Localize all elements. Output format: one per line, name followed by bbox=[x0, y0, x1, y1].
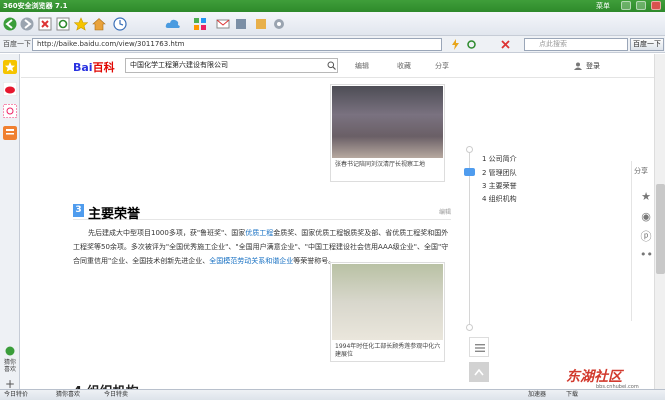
toc-active-marker bbox=[464, 168, 475, 176]
search-button[interactable]: 百度一下 bbox=[630, 38, 664, 51]
refresh-small-icon[interactable] bbox=[466, 39, 477, 50]
search-icon[interactable] bbox=[327, 61, 336, 70]
apps-icon[interactable] bbox=[193, 17, 207, 31]
tieba-icon[interactable]: ⓟ bbox=[640, 231, 652, 243]
toc-item-organization[interactable]: 4 组织机构 bbox=[482, 194, 517, 204]
speed-icon[interactable] bbox=[450, 39, 461, 50]
exhibition-photo-image bbox=[332, 264, 443, 340]
status-bar: 今日特价 猜你喜欢 今日特卖 加速器 下载 bbox=[0, 389, 665, 400]
group-photo-image bbox=[332, 86, 443, 158]
section-number: 3 bbox=[73, 204, 84, 217]
search-input[interactable]: 点此搜索 bbox=[524, 38, 628, 51]
weibo-share-icon[interactable]: ◉ bbox=[640, 211, 652, 223]
close-icon[interactable] bbox=[651, 1, 661, 10]
baike-search-input[interactable]: 中国化学工程第六建设有限公司 bbox=[125, 58, 338, 73]
clock-icon[interactable] bbox=[113, 17, 127, 31]
more-icon[interactable]: ••• bbox=[640, 249, 659, 261]
address-bar: 百度一下 http://baike.baidu.com/view/3011763… bbox=[0, 36, 665, 53]
page-content: Bai百科 中国化学工程第六建设有限公司 编辑 收藏 分享 登录 张春书记陪同刘… bbox=[21, 54, 665, 390]
collect-action[interactable]: 收藏 bbox=[397, 61, 411, 71]
tools-icon[interactable] bbox=[234, 17, 248, 31]
table-of-contents: 1 公司简介 2 管理团队 3 主要荣誉 4 组织机构 bbox=[464, 146, 564, 336]
window-title: 360安全浏览器 7.1 bbox=[3, 2, 68, 10]
maximize-icon[interactable] bbox=[636, 1, 646, 10]
photo-exhibition[interactable]: 1994年时任化工部长顾秀莲参观中化六建展位 bbox=[330, 262, 445, 362]
baike-header: Bai百科 中国化学工程第六建设有限公司 编辑 收藏 分享 登录 bbox=[21, 54, 665, 78]
stop-small-icon[interactable] bbox=[500, 39, 511, 50]
scrollbar-thumb[interactable] bbox=[656, 184, 665, 274]
photo2-caption: 1994年时任化工部长顾秀莲参观中化六建展位 bbox=[335, 343, 441, 358]
toc-item-honors[interactable]: 3 主要荣誉 bbox=[482, 181, 517, 191]
harmony-enterprise-link[interactable]: 全国模范劳动关系和谐企业 bbox=[209, 257, 293, 265]
section-edit-link[interactable]: 编辑 bbox=[439, 207, 451, 216]
browser-toolbar bbox=[0, 12, 665, 36]
login-link[interactable]: 登录 bbox=[586, 61, 600, 71]
minimize-icon[interactable] bbox=[621, 1, 631, 10]
list-icon bbox=[475, 344, 485, 352]
plugin-icon[interactable] bbox=[254, 17, 268, 31]
chevron-up-icon bbox=[474, 368, 484, 376]
stop-icon[interactable] bbox=[38, 17, 52, 31]
section-heading: 3 主要荣誉 编辑 bbox=[73, 202, 451, 222]
status-guess[interactable]: 猜你喜欢 bbox=[56, 390, 80, 400]
back-to-top-button[interactable] bbox=[469, 362, 489, 382]
cloud-icon[interactable] bbox=[165, 17, 181, 31]
user-icon[interactable] bbox=[574, 62, 582, 70]
collect-star-icon[interactable]: ★ bbox=[640, 191, 652, 203]
mail-sidebar-icon[interactable] bbox=[3, 104, 17, 118]
home-icon[interactable] bbox=[92, 17, 106, 31]
watermark-logo: 东湖社区 bbox=[566, 369, 622, 385]
vertical-scrollbar[interactable] bbox=[654, 54, 665, 390]
toc-list-button[interactable] bbox=[469, 337, 489, 357]
status-today-sale[interactable]: 今日特卖 bbox=[104, 390, 128, 400]
favorites-star-icon[interactable] bbox=[3, 60, 17, 74]
section-title: 主要荣誉 bbox=[88, 207, 141, 222]
news-icon[interactable] bbox=[3, 126, 17, 140]
toc-bottom-dot bbox=[466, 324, 473, 331]
status-deals[interactable]: 今日特价 bbox=[4, 390, 28, 400]
quality-project-link[interactable]: 优质工程 bbox=[245, 229, 273, 237]
weibo-icon[interactable] bbox=[3, 82, 17, 96]
toc-item-management[interactable]: 2 管理团队 bbox=[482, 168, 517, 178]
baidu-logo[interactable]: Bai百科 bbox=[73, 59, 115, 75]
left-sidebar: 猜你喜欢 + bbox=[0, 54, 20, 391]
menu-button[interactable]: 菜单 bbox=[596, 0, 610, 12]
guess-like-icon[interactable] bbox=[5, 346, 15, 356]
settings-icon[interactable] bbox=[272, 17, 286, 31]
sidebar-guess-label[interactable]: 猜你喜欢 bbox=[4, 359, 16, 373]
share-action[interactable]: 分享 bbox=[435, 61, 449, 71]
toc-item-intro[interactable]: 1 公司简介 bbox=[482, 154, 517, 164]
url-input[interactable]: http://baike.baidu.com/view/3011763.htm bbox=[32, 38, 442, 51]
forward-icon[interactable] bbox=[20, 17, 34, 31]
address-label: 百度一下 bbox=[3, 40, 31, 48]
back-icon[interactable] bbox=[3, 17, 17, 31]
photo1-caption: 张春书记陪同刘汉清厅长视察工地 bbox=[335, 161, 426, 168]
status-download[interactable]: 下载 bbox=[566, 390, 578, 400]
favorite-star-icon[interactable] bbox=[74, 17, 88, 31]
status-accelerator[interactable]: 加速器 bbox=[528, 390, 546, 400]
mail-icon[interactable] bbox=[216, 17, 230, 31]
photo-group-meeting[interactable]: 张春书记陪同刘汉清厅长视察工地 bbox=[330, 84, 445, 182]
window-titlebar: 360安全浏览器 7.1 菜单 bbox=[0, 0, 665, 12]
refresh-icon[interactable] bbox=[56, 17, 70, 31]
edit-action[interactable]: 编辑 bbox=[355, 61, 369, 71]
share-label: 分享 bbox=[634, 167, 648, 175]
toc-top-dot bbox=[466, 146, 473, 153]
